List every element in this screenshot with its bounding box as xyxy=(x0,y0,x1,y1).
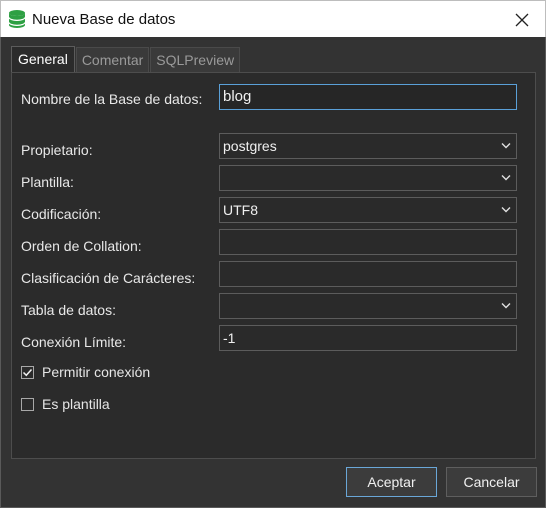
tab-sqlpreview[interactable]: SQLPreview xyxy=(150,47,241,72)
chevron-down-icon xyxy=(501,143,511,149)
is-template-checkbox[interactable] xyxy=(21,397,34,411)
owner-value: postgres xyxy=(223,138,277,154)
is-template-row: Es plantilla xyxy=(21,395,110,413)
tab-general[interactable]: General xyxy=(11,46,75,73)
encoding-value: UTF8 xyxy=(223,202,258,218)
collation-label: Orden de Collation: xyxy=(21,238,142,254)
database-name-input[interactable]: blog xyxy=(219,84,517,110)
chevron-down-icon xyxy=(501,207,511,213)
conn-limit-input[interactable]: -1 xyxy=(219,325,517,351)
conn-limit-label: Conexión Límite: xyxy=(21,334,127,350)
allow-connection-label: Permitir conexión xyxy=(42,364,151,380)
is-template-label: Es plantilla xyxy=(42,396,110,412)
tablespace-label: Tabla de datos: xyxy=(21,302,116,318)
ctype-label: Clasificación de Carácteres: xyxy=(21,270,196,286)
chevron-down-icon xyxy=(501,175,511,181)
tablespace-select[interactable] xyxy=(219,293,517,319)
owner-select[interactable]: postgres xyxy=(219,133,517,159)
dialog-body: General Comentar SQLPreview Nombre de la… xyxy=(0,37,546,508)
tab-bar: General Comentar SQLPreview xyxy=(11,46,241,73)
allow-connection-row: Permitir conexión xyxy=(21,363,150,381)
encoding-select[interactable]: UTF8 xyxy=(219,197,517,223)
title-bar: Nueva Base de datos xyxy=(0,0,546,37)
close-icon xyxy=(515,13,529,26)
name-label: Nombre de la Base de datos: xyxy=(21,91,203,107)
owner-label: Propietario: xyxy=(21,142,93,158)
cancel-button[interactable]: Cancelar xyxy=(446,467,537,497)
tab-comentar[interactable]: Comentar xyxy=(75,47,150,72)
allow-connection-checkbox[interactable] xyxy=(21,365,34,379)
database-icon xyxy=(8,10,26,28)
close-button[interactable] xyxy=(499,1,545,38)
chevron-down-icon xyxy=(501,303,511,309)
general-panel: Nombre de la Base de datos: blog Propiet… xyxy=(11,72,536,459)
template-select[interactable] xyxy=(219,165,517,191)
checkmark-icon xyxy=(22,368,33,376)
window-title: Nueva Base de datos xyxy=(32,11,176,28)
encoding-label: Codificación: xyxy=(21,206,102,222)
accept-button[interactable]: Aceptar xyxy=(346,467,437,497)
ctype-input[interactable] xyxy=(219,261,517,287)
template-label: Plantilla: xyxy=(21,174,74,190)
collation-input[interactable] xyxy=(219,229,517,255)
